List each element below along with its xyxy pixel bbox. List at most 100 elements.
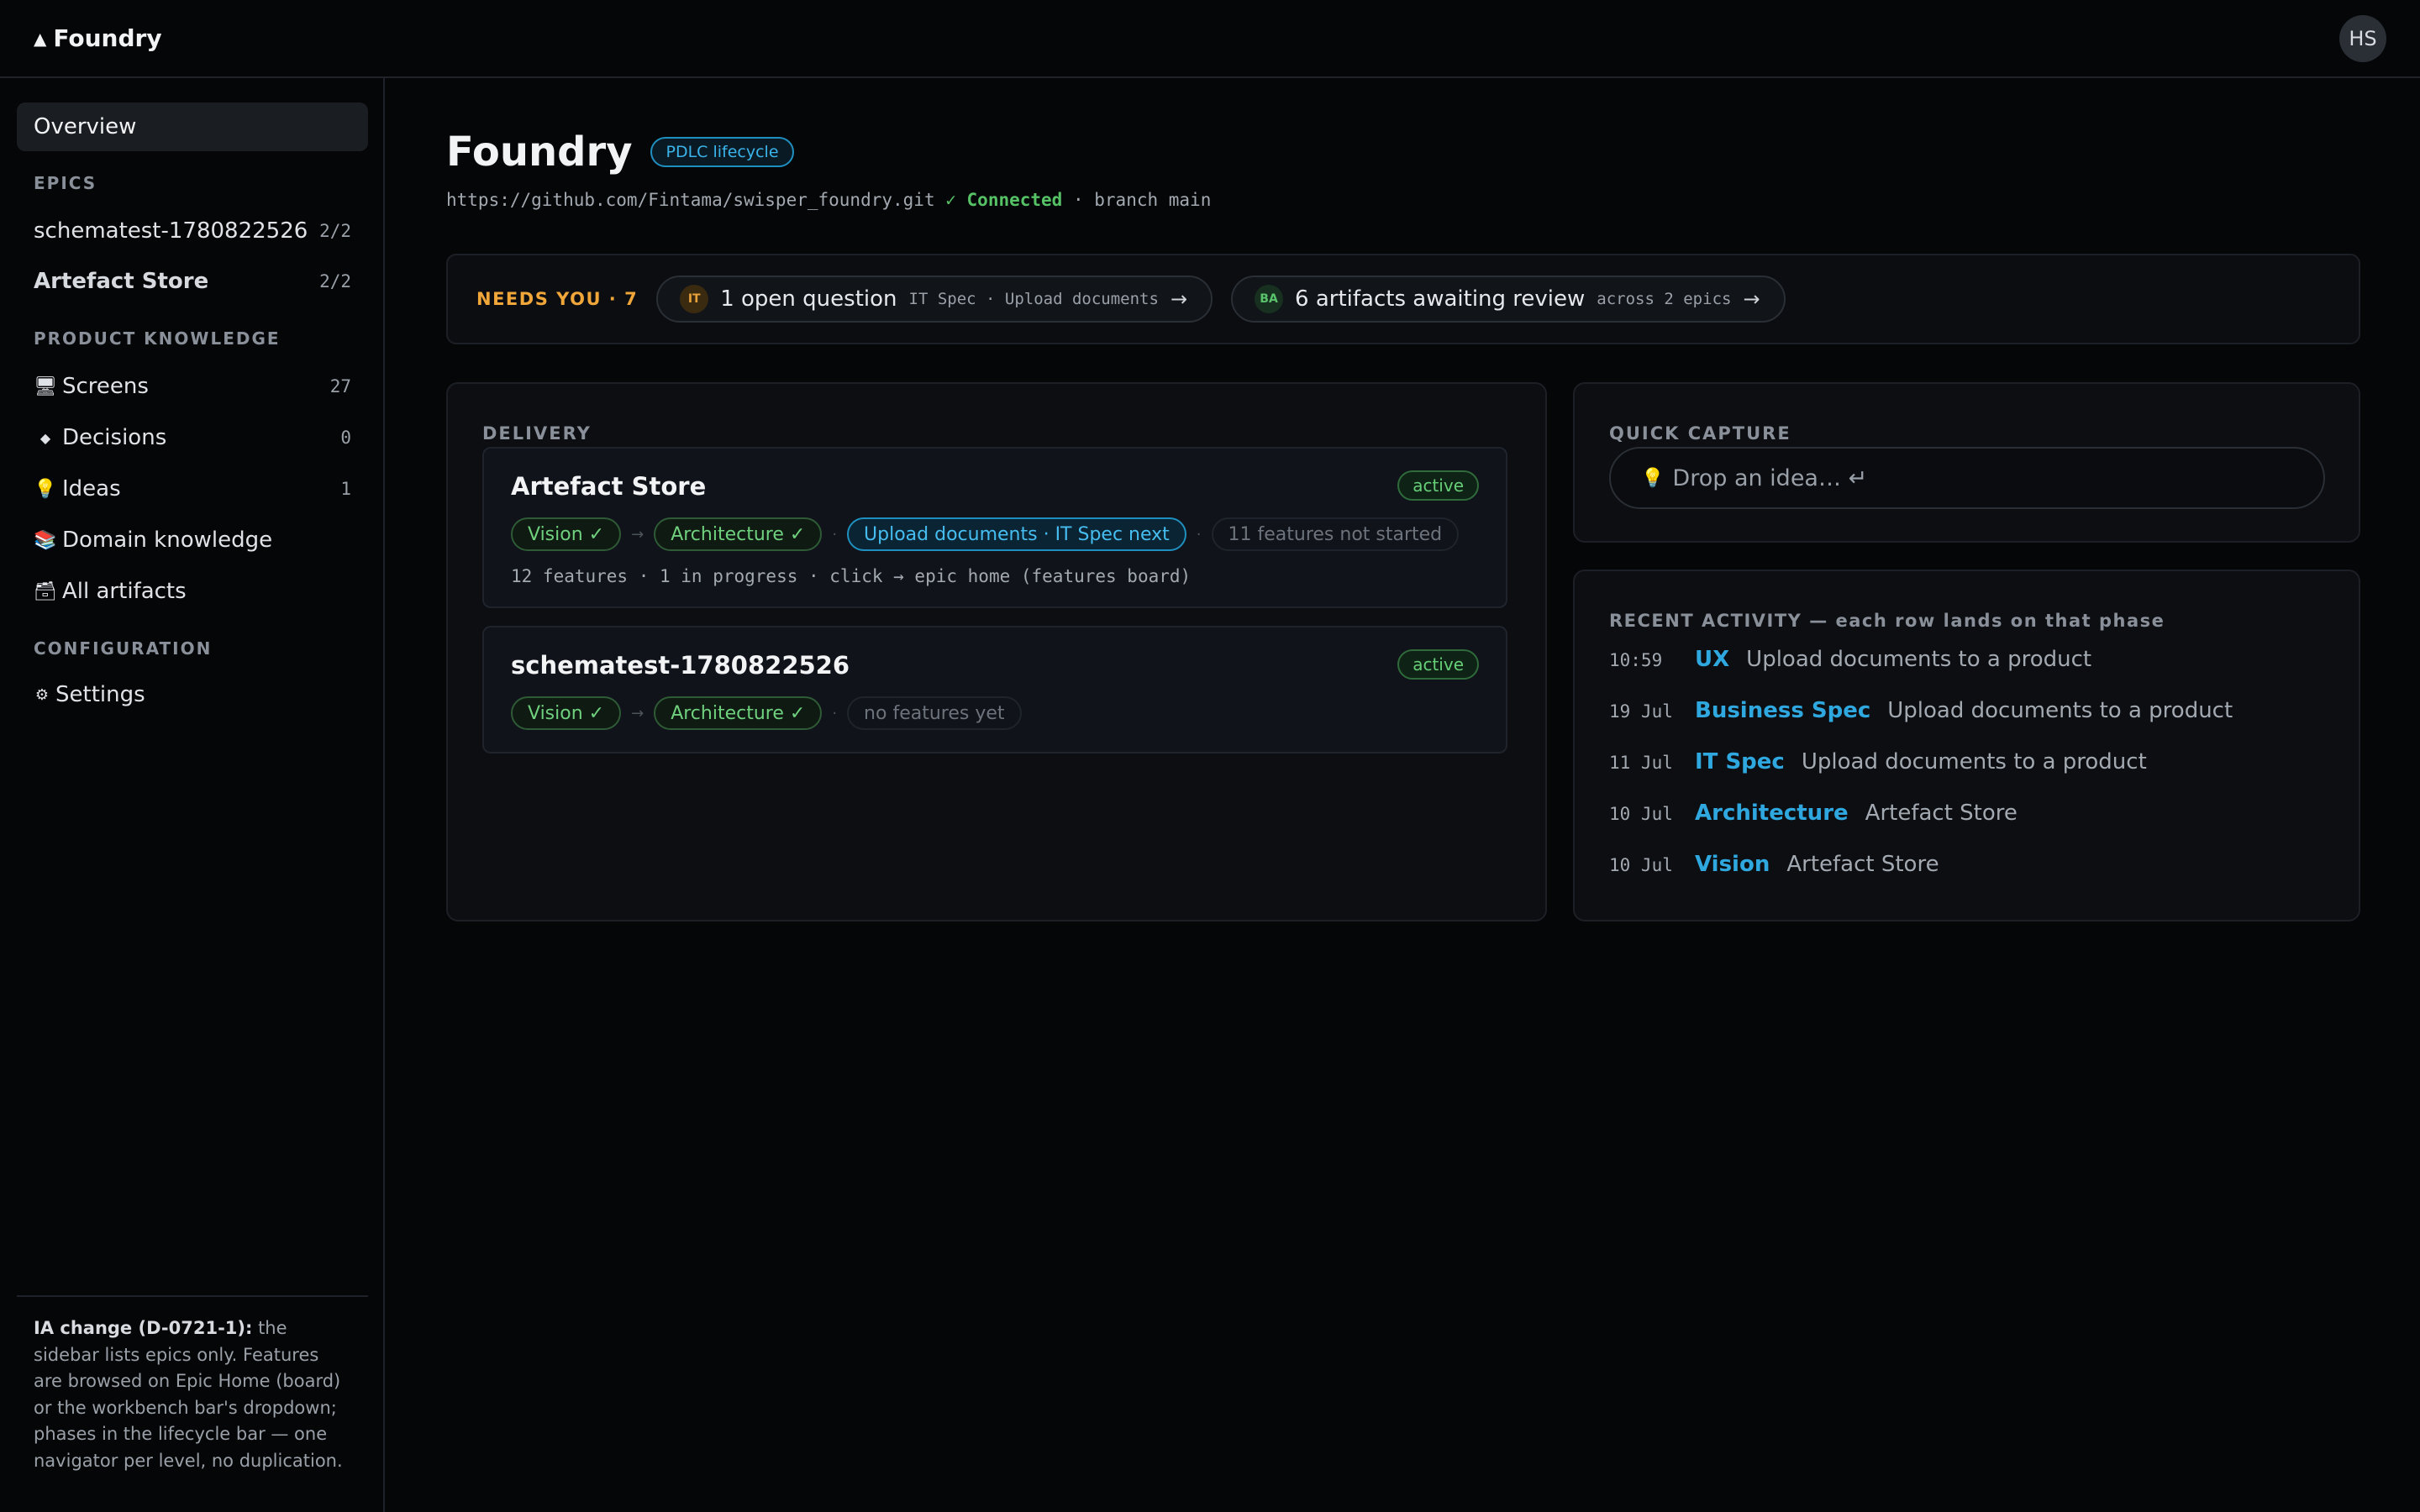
arrow-right-icon: → — [1170, 287, 1188, 311]
phase-current[interactable]: Upload documents · IT Spec next — [847, 517, 1186, 551]
ia-change-note: IA change (D-0721-1): the sidebar lists … — [17, 1295, 368, 1474]
brand-logo[interactable]: ▲ Foundry — [34, 24, 162, 52]
pdlc-badge: PDLC lifecycle — [650, 137, 794, 167]
epic-title: schematest-1780822526 — [511, 651, 850, 680]
top-bar: ▲ Foundry HS — [0, 0, 2420, 78]
activity-time: 10 Jul — [1609, 855, 1673, 875]
books-icon: 📚 — [34, 529, 57, 551]
sidebar-item-count: 2/2 — [319, 271, 351, 291]
phase-track: Vision ✓ → Architecture ✓ · no features … — [511, 696, 1022, 730]
sidebar-item-count: 1 — [340, 479, 351, 499]
sidebar-item-screens[interactable]: 🖥 Screens 27 — [34, 366, 351, 407]
activity-time: 11 Jul — [1609, 753, 1673, 773]
triangle-icon: ▲ — [34, 28, 47, 49]
sidebar-item-label: All artifacts — [62, 579, 187, 604]
arrow-icon: → — [631, 525, 644, 543]
activity-desc: Artefact Store — [1786, 852, 1939, 877]
epic-title: Artefact Store — [511, 472, 707, 501]
page-title: Foundry — [446, 129, 633, 176]
status-badge: active — [1397, 470, 1479, 501]
quick-capture-input[interactable]: 💡 Drop an idea… ↵ — [1609, 447, 2325, 509]
sidebar-item-count: 0 — [340, 428, 351, 448]
monitor-icon: 🖥 — [34, 375, 57, 397]
repo-status-line: https://github.com/Fintama/swisper_found… — [446, 190, 1211, 210]
activity-phase[interactable]: UX — [1695, 647, 1729, 672]
ba-badge: BA — [1255, 285, 1284, 313]
sidebar-item-label: Settings — [55, 682, 145, 707]
activity-desc: Artefact Store — [1865, 801, 2018, 826]
sidebar-item-domain-knowledge[interactable]: 📚 Domain knowledge — [34, 520, 351, 560]
sidebar-item-all-artifacts[interactable]: 🗃 All artifacts — [34, 571, 351, 612]
sidebar-section-configuration: CONFIGURATION — [34, 638, 213, 659]
arrow-icon: → — [631, 704, 644, 722]
sidebar-item-label: Ideas — [62, 476, 121, 501]
user-avatar[interactable]: HS — [2339, 14, 2386, 62]
activity-desc: Upload documents to a product — [1801, 749, 2147, 774]
sidebar-item-settings[interactable]: ⚙ Settings — [34, 675, 351, 715]
pill-subtext: across 2 epics — [1597, 290, 1732, 308]
open-question-pill[interactable]: IT 1 open question IT Spec · Upload docu… — [656, 276, 1213, 323]
lightbulb-icon: 💡 — [34, 478, 57, 500]
activity-row[interactable]: 11 Jul IT Spec Upload documents to a pro… — [1609, 749, 2147, 774]
diamond-icon: ◆ — [39, 429, 51, 446]
epic-card-schematest[interactable]: schematest-1780822526 active Vision ✓ → … — [482, 626, 1507, 753]
activity-phase[interactable]: Business Spec — [1695, 698, 1870, 723]
page-header: Foundry PDLC lifecycle — [446, 129, 794, 176]
sidebar-section-epics: EPICS — [34, 173, 97, 193]
phase-architecture[interactable]: Architecture ✓ — [654, 517, 823, 551]
phase-architecture[interactable]: Architecture ✓ — [654, 696, 823, 730]
dot-separator: · — [832, 525, 838, 543]
sidebar-item-label: Artefact Store — [34, 269, 209, 294]
sidebar-item-ideas[interactable]: 💡 Ideas 1 — [34, 469, 351, 509]
sidebar-item-epic[interactable]: schematest-1780822526 2/2 — [34, 211, 351, 251]
brand-name: Foundry — [53, 24, 162, 52]
pill-text: 6 artifacts awaiting review — [1295, 286, 1586, 312]
sidebar-item-count: 2/2 — [319, 221, 351, 241]
phase-not-started: 11 features not started — [1211, 517, 1460, 551]
activity-row[interactable]: 10 Jul Vision Artefact Store — [1609, 852, 1939, 877]
pill-subtext: IT Spec · Upload documents — [908, 290, 1159, 308]
phase-vision[interactable]: Vision ✓ — [511, 696, 622, 730]
delivery-card: DELIVERY Artefact Store active Vision ✓ … — [446, 382, 1547, 921]
sidebar-item-label: schematest-1780822526 — [34, 218, 308, 244]
artifacts-review-pill[interactable]: BA 6 artifacts awaiting review across 2 … — [1231, 276, 1786, 323]
phase-track: Vision ✓ → Architecture ✓ · Upload docum… — [511, 517, 1460, 551]
pill-text: 1 open question — [720, 286, 897, 312]
quick-capture-card: QUICK CAPTURE 💡 Drop an idea… ↵ — [1573, 382, 2360, 543]
activity-row[interactable]: 10 Jul Architecture Artefact Store — [1609, 801, 2018, 826]
epic-meta: 12 features · 1 in progress · click → ep… — [511, 566, 1192, 586]
lightbulb-icon: 💡 — [1641, 467, 1665, 489]
recent-activity-card: RECENT ACTIVITY — each row lands on that… — [1573, 570, 2360, 921]
sidebar-item-overview[interactable]: Overview — [17, 102, 368, 151]
quick-capture-placeholder: Drop an idea… ↵ — [1672, 465, 1868, 491]
activity-row[interactable]: 19 Jul Business Spec Upload documents to… — [1609, 698, 2233, 723]
connection-status: ✓ Connected — [945, 190, 1063, 210]
phase-vision[interactable]: Vision ✓ — [511, 517, 622, 551]
activity-desc: Upload documents to a product — [1887, 698, 2233, 723]
activity-phase[interactable]: Vision — [1695, 852, 1770, 877]
delivery-label: DELIVERY — [482, 423, 592, 444]
status-badge: active — [1397, 649, 1479, 680]
dot-separator: · — [1196, 525, 1202, 543]
sidebar-item-epic[interactable]: Artefact Store 2/2 — [34, 261, 351, 302]
sidebar-item-label: Screens — [62, 374, 149, 399]
sidebar-item-decisions[interactable]: ◆ Decisions 0 — [34, 417, 351, 458]
dot-separator: · — [832, 704, 838, 722]
activity-row[interactable]: 10:59 UX Upload documents to a product — [1609, 647, 2091, 672]
activity-phase[interactable]: Architecture — [1695, 801, 1849, 826]
archive-box-icon: 🗃 — [34, 580, 57, 602]
quick-capture-label: QUICK CAPTURE — [1609, 423, 1791, 444]
activity-time: 19 Jul — [1609, 701, 1673, 722]
needs-you-bar: NEEDS YOU · 7 IT 1 open question IT Spec… — [446, 254, 2360, 344]
branch-label: · branch main — [1072, 190, 1212, 210]
it-badge: IT — [680, 285, 709, 313]
sidebar: Overview EPICS schematest-1780822526 2/2… — [0, 78, 385, 1512]
repo-url[interactable]: https://github.com/Fintama/swisper_found… — [446, 190, 935, 210]
activity-desc: Upload documents to a product — [1746, 647, 2092, 672]
activity-phase[interactable]: IT Spec — [1695, 749, 1785, 774]
arrow-right-icon: → — [1743, 287, 1760, 311]
epic-card-artefact-store[interactable]: Artefact Store active Vision ✓ → Archite… — [482, 447, 1507, 608]
phase-empty: no features yet — [847, 696, 1022, 730]
recent-activity-label: RECENT ACTIVITY — each row lands on that… — [1609, 611, 2165, 631]
sidebar-item-label: Domain knowledge — [62, 528, 273, 553]
